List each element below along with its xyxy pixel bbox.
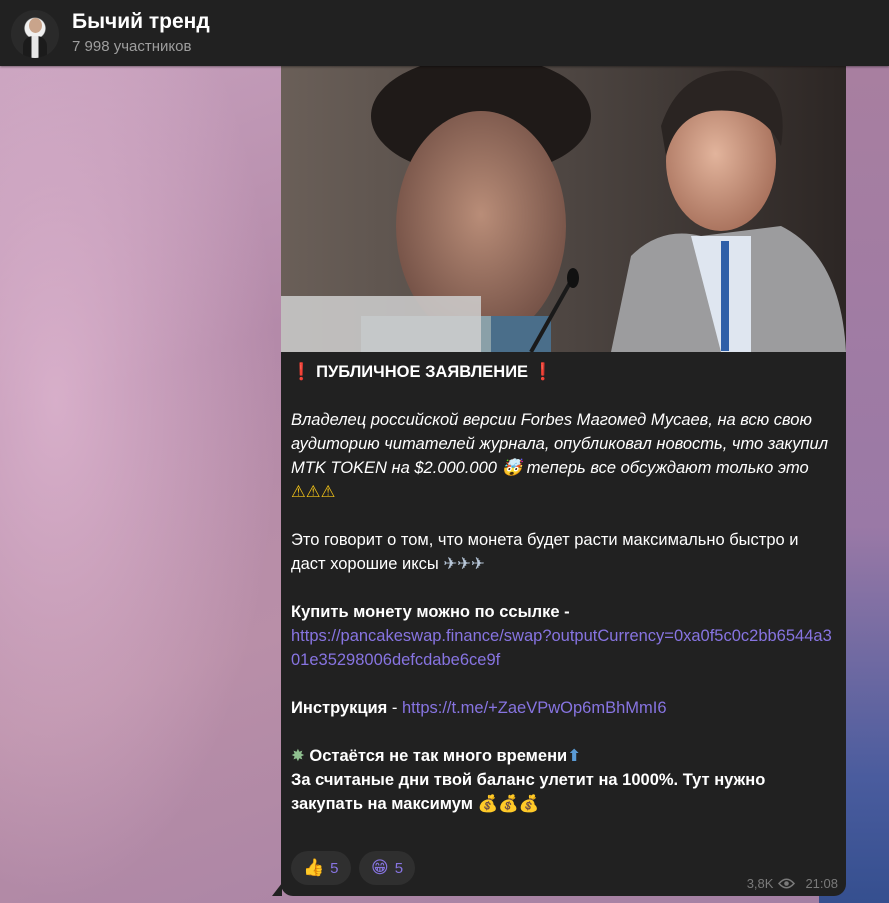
exclamation-icon: ❗ (532, 362, 554, 381)
paragraph-growth: Это говорит о том, что монета будет раст… (291, 528, 836, 576)
photo-illustration (281, 66, 846, 352)
exclamation-icon: ❗ (291, 362, 312, 381)
reactions-bar: 👍 5 😁 5 (291, 851, 419, 885)
avatar-figure (23, 36, 47, 58)
post-heading: ❗ ПУБЛИЧНОЕ ЗАЯВЛЕНИЕ ❗ (291, 360, 836, 384)
message-meta: 3,8K 21:08 (747, 876, 838, 891)
background-glow (0, 66, 280, 903)
paragraph-forbes: Владелец российской версии Forbes Магоме… (291, 408, 836, 504)
reaction-grin[interactable]: 😁 5 (358, 851, 416, 885)
chat-header[interactable]: Бычий тренд 7 998 участников (0, 0, 889, 66)
instruction-label: Инструкция (291, 699, 388, 717)
grin-icon: 😁 (370, 858, 389, 878)
warning-icons: ⚠⚠⚠ (291, 482, 336, 501)
hurry-text: Остаётся не так много времени (304, 747, 568, 765)
money-wings-icon: ✸ (291, 746, 305, 765)
channel-title[interactable]: Бычий тренд (72, 10, 210, 34)
eye-icon (778, 878, 796, 889)
paragraph-growth-text: Это говорит о том, что монета будет раст… (291, 531, 799, 573)
heading-text: ПУБЛИЧНОЕ ЗАЯВЛЕНИЕ (316, 363, 529, 381)
post-photo[interactable] (281, 66, 846, 352)
airplane-icons: ✈✈✈ (443, 554, 485, 573)
channel-avatar[interactable] (11, 10, 59, 58)
paragraph-hurry: ✸ Остаётся не так много времени⬆ За счит… (291, 744, 836, 816)
message-time: 21:08 (805, 876, 838, 891)
exploding-head-icon: 🤯 (501, 458, 523, 477)
paragraph-instruction: Инструкция - https://t.me/+ZaeVPwOp6mBhM… (291, 696, 836, 720)
view-count: 3,8K (746, 876, 774, 891)
pancakeswap-link[interactable]: https://pancakeswap.finance/swap?outputC… (291, 627, 832, 669)
post-text: ❗ ПУБЛИЧНОЕ ЗАЯВЛЕНИЕ ❗ Владелец российс… (291, 360, 836, 816)
thumbs-up-icon: 👍 (303, 858, 325, 878)
reaction-count: 5 (330, 859, 339, 877)
money-bag-icons: 💰💰💰 (477, 794, 540, 813)
buy-label: Купить монету можно по ссылке - (291, 603, 570, 621)
instruction-link[interactable]: https://t.me/+ZaeVPwOp6mBhMmI6 (402, 699, 667, 717)
paragraph-buy: Купить монету можно по ссылке - https://… (291, 600, 836, 672)
instruction-separator: - (387, 699, 402, 717)
member-count: 7 998 участников (72, 38, 192, 55)
reaction-count: 5 (394, 859, 404, 877)
avatar-head (29, 18, 42, 33)
reaction-thumbs-up[interactable]: 👍 5 (291, 851, 351, 885)
message-bubble[interactable]: ❗ ПУБЛИЧНОЕ ЗАЯВЛЕНИЕ ❗ Владелец российс… (281, 66, 846, 896)
paragraph-forbes-tail: теперь все обсуждают только это (526, 459, 809, 477)
up-arrow-icon: ⬆ (567, 746, 582, 765)
